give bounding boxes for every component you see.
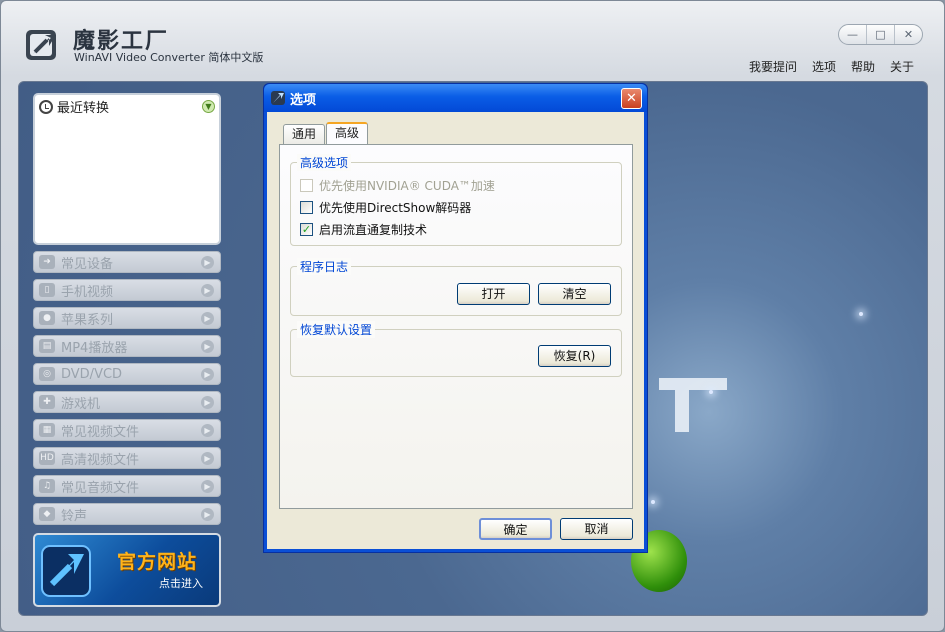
- chevron-right-icon: ▶: [201, 256, 214, 269]
- cancel-button[interactable]: 取消: [560, 518, 633, 540]
- sidebar-category-7[interactable]: HD 高清视频文件 ▶: [33, 447, 221, 469]
- program-log-legend: 程序日志: [297, 258, 352, 275]
- checkmark-icon: ✓: [300, 223, 313, 236]
- ok-button[interactable]: 确定: [479, 518, 552, 540]
- dialog-titlebar[interactable]: 选项: [264, 84, 647, 112]
- sidebar-category-3[interactable]: ▤ MP4播放器 ▶: [33, 335, 221, 357]
- chevron-right-icon: ▶: [201, 424, 214, 437]
- sidebar-category-label: 常见视频文件: [61, 424, 140, 440]
- chevron-right-icon: ▶: [201, 508, 214, 521]
- menu-ask-question[interactable]: 我要提问: [749, 58, 797, 75]
- dialog-body: 通用 高级 高级选项 优先使用NVIDIA® CUDA™加速 优先使用Direc…: [267, 112, 644, 549]
- sidebar-category-5[interactable]: ✚ 游戏机 ▶: [33, 391, 221, 413]
- official-site-logo-icon: [41, 545, 91, 597]
- sidebar: 最近转换 ▼ ➜ 常见设备 ▶ ▯ 手机视频 ▶ ● 苹果系列 ▶ ▤ MP4播放器 ▶ ◎ DVD/VC…: [33, 93, 223, 607]
- sidebar-category-label: MP4播放器: [61, 340, 128, 356]
- app-subtitle: WinAVI Video Converter 简体中文版: [74, 51, 264, 64]
- checkbox-box: [300, 201, 313, 214]
- banner-subtitle: 点击进入: [159, 577, 203, 590]
- checkbox-box: [300, 179, 313, 192]
- sidebar-category-label: DVD/VCD: [61, 366, 123, 382]
- stream-passthrough-checkbox[interactable]: ✓ 启用流直通复制技术: [300, 221, 427, 238]
- menu-options[interactable]: 选项: [812, 58, 836, 75]
- menu-help[interactable]: 帮助: [851, 58, 875, 75]
- official-website-banner[interactable]: 官方网站 点击进入: [33, 533, 221, 607]
- sidebar-category-label: 常见设备: [61, 256, 114, 272]
- sidebar-category-4[interactable]: ◎ DVD/VCD ▶: [33, 363, 221, 385]
- sidebar-category-6[interactable]: ▦ 常见视频文件 ▶: [33, 419, 221, 441]
- clock-icon: [39, 99, 53, 114]
- chevron-right-icon: ▶: [201, 396, 214, 409]
- chevron-right-icon: ▶: [201, 340, 214, 353]
- film-icon: ▦: [39, 423, 55, 437]
- chevron-right-icon: ▶: [201, 284, 214, 297]
- phone-icon: ▯: [39, 283, 55, 297]
- sidebar-category-0[interactable]: ➜ 常见设备 ▶: [33, 251, 221, 273]
- apple-icon: ●: [39, 311, 55, 325]
- sidebar-category-label: 铃声: [61, 508, 88, 524]
- restore-defaults-group: 恢复默认设置 恢复(R): [290, 321, 622, 377]
- sidebar-category-2[interactable]: ● 苹果系列 ▶: [33, 307, 221, 329]
- minimize-button[interactable]: —: [839, 25, 867, 44]
- stream-passthrough-label: 启用流直通复制技术: [319, 223, 428, 237]
- sidebar-category-label: 苹果系列: [61, 312, 114, 328]
- dialog-close-button[interactable]: ✕: [621, 88, 642, 109]
- chevron-down-icon[interactable]: ▼: [202, 100, 215, 113]
- tab-general[interactable]: 通用: [283, 124, 326, 144]
- directshow-decoder-checkbox[interactable]: 优先使用DirectShow解码器: [300, 199, 471, 216]
- category-list: ➜ 常见设备 ▶ ▯ 手机视频 ▶ ● 苹果系列 ▶ ▤ MP4播放器 ▶ ◎ DVD/VCD ▶ ✚ 游戏机 ▶…: [33, 251, 223, 525]
- chevron-right-icon: ▶: [201, 368, 214, 381]
- advanced-tab-panel: 高级选项 优先使用NVIDIA® CUDA™加速 优先使用DirectShow解…: [279, 144, 633, 509]
- maximize-button[interactable]: □: [867, 25, 895, 44]
- directshow-decoder-label: 优先使用DirectShow解码器: [319, 201, 472, 215]
- app-logo-icon: [26, 30, 56, 60]
- restore-defaults-button[interactable]: 恢复(R): [538, 345, 611, 367]
- hd-icon: HD: [39, 451, 55, 465]
- cuda-acceleration-label: 优先使用NVIDIA® CUDA™加速: [319, 179, 495, 193]
- sidebar-category-1[interactable]: ▯ 手机视频 ▶: [33, 279, 221, 301]
- sparkle-decoration: [651, 500, 655, 504]
- gamepad-icon: ✚: [39, 395, 55, 409]
- recent-conversions-header[interactable]: 最近转换 ▼: [39, 97, 215, 116]
- banner-title: 官方网站: [117, 551, 198, 573]
- recent-conversions-label: 最近转换: [57, 101, 110, 116]
- sidebar-category-label: 游戏机: [61, 396, 101, 412]
- decorative-logo-fragment: [659, 378, 727, 432]
- window-controls: — □ ✕: [838, 24, 923, 45]
- restore-defaults-legend: 恢复默认设置: [297, 321, 376, 338]
- advanced-options-group: 高级选项 优先使用NVIDIA® CUDA™加速 优先使用DirectShow解…: [290, 154, 622, 246]
- clear-log-button[interactable]: 清空: [538, 283, 611, 305]
- menu-about[interactable]: 关于: [890, 58, 914, 75]
- chevron-right-icon: ▶: [201, 312, 214, 325]
- app-window: 魔影工厂 WinAVI Video Converter 简体中文版 — □ ✕ …: [0, 0, 945, 632]
- open-log-button[interactable]: 打开: [457, 283, 530, 305]
- close-button[interactable]: ✕: [895, 25, 922, 44]
- top-menu: 我要提问 选项 帮助 关于: [749, 58, 914, 75]
- sidebar-category-label: 高清视频文件: [61, 452, 140, 468]
- device-icon: ➜: [39, 255, 55, 269]
- sparkle-decoration: [859, 312, 863, 316]
- options-dialog: 选项 ✕ 通用 高级 高级选项 优先使用NVIDIA® CUDA™加速 优先使用…: [263, 83, 648, 553]
- sidebar-category-label: 常见音频文件: [61, 480, 140, 496]
- cuda-acceleration-checkbox[interactable]: 优先使用NVIDIA® CUDA™加速: [300, 177, 495, 194]
- sparkle-decoration: [709, 390, 713, 394]
- music-icon: ♫: [39, 479, 55, 493]
- dialog-title: 选项: [290, 92, 317, 108]
- sidebar-category-label: 手机视频: [61, 284, 114, 300]
- sidebar-category-8[interactable]: ♫ 常见音频文件 ▶: [33, 475, 221, 497]
- tab-strip: 通用 高级: [283, 122, 369, 144]
- chevron-right-icon: ▶: [201, 452, 214, 465]
- advanced-options-legend: 高级选项: [297, 154, 352, 171]
- tab-advanced[interactable]: 高级: [326, 122, 369, 144]
- program-log-group: 程序日志 打开 清空: [290, 258, 622, 316]
- recent-conversions-panel: 最近转换 ▼: [33, 93, 221, 245]
- chevron-right-icon: ▶: [201, 480, 214, 493]
- sidebar-category-9[interactable]: ◆ 铃声 ▶: [33, 503, 221, 525]
- disc-icon: ◎: [39, 367, 55, 381]
- dialog-app-icon: [271, 91, 285, 105]
- mp4-icon: ▤: [39, 339, 55, 353]
- bell-icon: ◆: [39, 507, 55, 521]
